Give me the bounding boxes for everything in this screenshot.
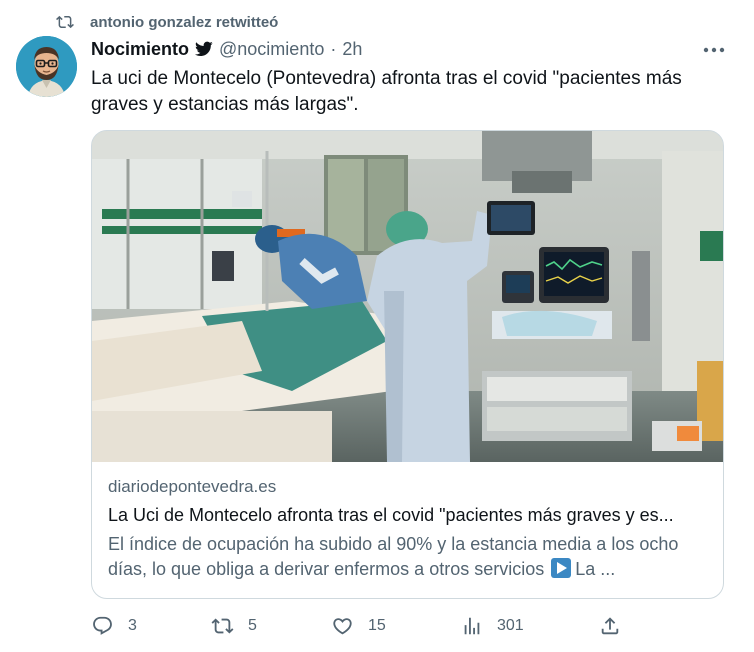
tweet-timestamp[interactable]: 2h	[342, 39, 362, 60]
card-domain: diariodepontevedra.es	[108, 477, 277, 496]
heart-icon	[331, 615, 354, 637]
tweet-actions: 3 5 15 301	[91, 612, 631, 640]
more-icon	[703, 47, 725, 53]
more-options-button[interactable]	[700, 40, 728, 60]
share-button[interactable]	[599, 612, 621, 640]
reply-icon	[91, 615, 114, 637]
tweet-header: Nocimiento @nocimiento · 2h	[91, 37, 362, 61]
retweet-count: 5	[248, 617, 257, 634]
reply-button[interactable]: 3	[91, 612, 137, 640]
tweet-text: La uci de Montecelo (Pontevedra) afronta…	[91, 68, 682, 115]
views-chart-icon	[461, 615, 483, 637]
card-image[interactable]	[92, 131, 724, 462]
author-handle[interactable]: @nocimiento	[219, 39, 324, 60]
play-button-icon	[551, 558, 572, 578]
like-button[interactable]: 15	[331, 612, 386, 640]
card-title: La Uci de Montecelo afronta tras el covi…	[108, 505, 674, 525]
card-description-ellipsis: La ...	[575, 559, 616, 579]
reply-count: 3	[128, 617, 137, 634]
twitter-bird-icon	[195, 41, 213, 57]
retweeted-by-text[interactable]: antonio gonzalez retwitteó	[90, 14, 278, 31]
retweet-button[interactable]: 5	[211, 612, 257, 640]
card-description: El índice de ocupación ha subido al 90% …	[108, 532, 708, 582]
author-name[interactable]: Nocimiento	[91, 39, 189, 60]
link-card[interactable]: diariodepontevedra.es La Uci de Montecel…	[91, 130, 724, 599]
views-count: 301	[497, 617, 524, 634]
retweet-indicator: antonio gonzalez retwitteó	[54, 10, 278, 34]
retweet-icon	[54, 11, 76, 33]
like-count: 15	[368, 617, 386, 634]
avatar[interactable]	[16, 36, 77, 97]
retweet-action-icon	[211, 615, 234, 637]
views-button[interactable]: 301	[461, 612, 524, 640]
separator-dot: ·	[330, 38, 337, 59]
share-icon	[599, 615, 621, 637]
